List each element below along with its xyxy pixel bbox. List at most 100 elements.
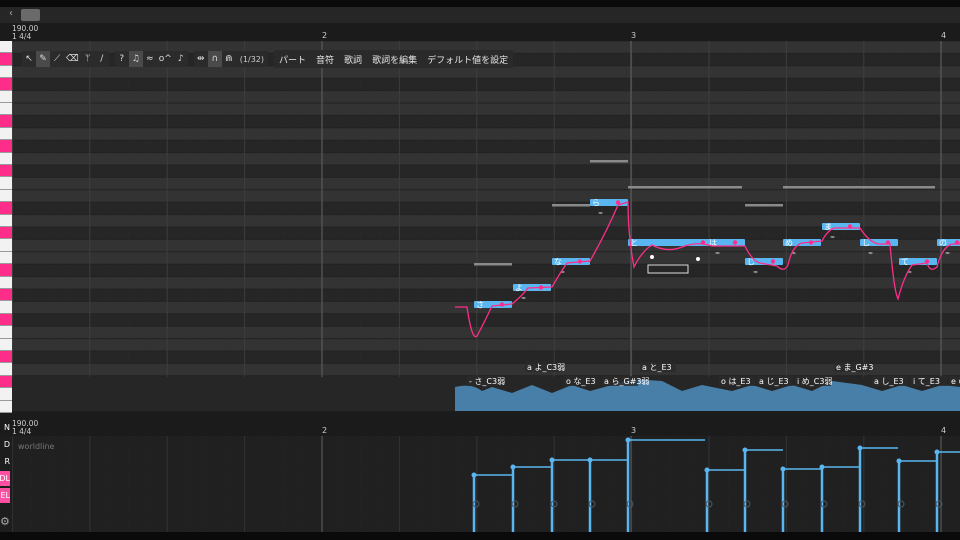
phoneme-label: o は_E3: [721, 377, 751, 386]
horizontal-scrollbar[interactable]: ‹: [0, 7, 960, 23]
menu-lyrics[interactable]: 歌詞: [339, 50, 368, 68]
knife-icon[interactable]: /: [94, 51, 109, 67]
expression-ruler[interactable]: 190.00 1 4/4 2 3 4: [0, 418, 960, 436]
pitch-row: [12, 338, 960, 351]
help-icon[interactable]: ?: [114, 51, 129, 67]
menu-set-defaults[interactable]: デフォルト値を設定: [422, 50, 514, 68]
piano-key[interactable]: [0, 227, 12, 240]
piano-key[interactable]: [0, 264, 12, 277]
piano-keys[interactable]: [0, 41, 12, 413]
pitch-row: [12, 189, 960, 203]
menu-part[interactable]: パート: [274, 50, 312, 68]
piano-key[interactable]: [0, 152, 12, 165]
piano-key[interactable]: [0, 400, 12, 413]
envelope-icon[interactable]: ⋒: [221, 51, 236, 67]
piano-key[interactable]: [0, 177, 12, 190]
menu-note[interactable]: 音符: [311, 50, 340, 68]
piano-key[interactable]: [0, 165, 12, 178]
note-lyric: ら: [592, 199, 600, 208]
piano-key[interactable]: [0, 375, 12, 389]
piano-roll-canvas[interactable]: さよ≈な≈ら≈と は≈じ≈め≈ま≈し≈て≈の≈- さ_C3弱a よ_C3弱o な_…: [12, 41, 960, 411]
vibrato-icon[interactable]: ≈: [142, 51, 157, 67]
fade-icon[interactable]: ♪: [173, 51, 188, 67]
pitch-row: [12, 165, 960, 178]
vibrato-icon: ≈: [868, 250, 873, 257]
scroll-thumb[interactable]: [21, 9, 40, 21]
piano-key[interactable]: [0, 351, 12, 364]
piano-key[interactable]: [0, 214, 12, 227]
snap-icon[interactable]: ⇹: [193, 51, 208, 67]
expression-point: [549, 457, 555, 463]
piano-key[interactable]: [0, 53, 12, 66]
pitch-row: [12, 227, 960, 240]
piano-key[interactable]: [0, 239, 12, 252]
piano-key[interactable]: [0, 251, 12, 265]
piano-key[interactable]: [0, 338, 12, 351]
timeline-ruler[interactable]: 190.00 1 4/4 2 3 4: [0, 23, 960, 41]
side-button-r[interactable]: R: [0, 454, 10, 469]
expression-canvas[interactable]: [12, 436, 960, 532]
note-lyric: て: [901, 258, 909, 267]
expression-point: [780, 466, 786, 472]
piano-key[interactable]: [0, 276, 12, 289]
gear-icon[interactable]: ⚙: [0, 515, 10, 528]
piano-roll[interactable]: さよ ≈ な ≈ ら ≈ とは ≈ じ ≈ め ≈ ま ≈ し ≈ て ≈ の ≈ - さ_C3弱 a よ_C3弱 o な_…: [12, 41, 960, 411]
expression-point: [510, 464, 516, 470]
piano-key[interactable]: [0, 363, 12, 376]
reference-note: [552, 204, 590, 207]
bar-number: 2: [322, 31, 328, 40]
cursor-icon[interactable]: ↖: [22, 51, 36, 67]
curve-icon[interactable]: ∩: [207, 51, 222, 67]
note-lyric: さ: [476, 301, 484, 310]
phoneme-label: - さ_C3弱: [469, 377, 505, 386]
expression-point: [471, 472, 477, 478]
side-button-dl[interactable]: DL: [0, 471, 10, 486]
vibrato-icon: ≈: [598, 210, 603, 217]
eraser-icon[interactable]: ⌫: [64, 51, 81, 67]
piano-key[interactable]: [0, 41, 12, 54]
pitch-row: [12, 127, 960, 141]
pitch-icon[interactable]: o^: [156, 51, 174, 67]
pitch-row: [12, 363, 960, 376]
expression-point: [587, 457, 593, 463]
piano-key[interactable]: [0, 289, 12, 302]
piano-key[interactable]: [0, 90, 12, 103]
piano-key[interactable]: [0, 78, 12, 91]
pitch-row: [12, 313, 960, 327]
pitch-row: [12, 276, 960, 289]
pitch-point: [732, 240, 738, 245]
piano-key[interactable]: [0, 140, 12, 153]
piano-key[interactable]: [0, 189, 12, 203]
piano-key[interactable]: [0, 326, 12, 339]
menu-edit-lyrics[interactable]: 歌詞を編集: [367, 50, 423, 68]
brush-icon[interactable]: ᛘ: [80, 51, 95, 67]
piano-key[interactable]: [0, 127, 12, 141]
piano-key[interactable]: [0, 103, 12, 116]
scroll-left-icon[interactable]: ‹: [9, 8, 13, 19]
side-button-d[interactable]: D: [0, 437, 10, 452]
piano-key[interactable]: [0, 313, 12, 327]
note-icon[interactable]: ♫: [128, 51, 143, 67]
pencil-icon[interactable]: ✎: [36, 51, 50, 67]
app-window: ‹ 190.00 1 4/4 2 3 4 さよ ≈ な ≈ ら ≈ とは ≈ じ ≈ め ≈ ま ≈ し ≈ て ≈…: [0, 0, 960, 540]
piano-key[interactable]: [0, 301, 12, 314]
side-button-el[interactable]: EL: [0, 488, 10, 503]
pitch-row: [12, 152, 960, 165]
vibrato-icon: ≈: [830, 234, 835, 241]
phoneme-label: a じ_E3: [759, 377, 789, 386]
phoneme-label: a し_E3: [874, 377, 904, 386]
line-pencil-icon[interactable]: ⟋: [50, 51, 64, 67]
snap-division[interactable]: (1/32): [235, 51, 269, 67]
phoneme-label: a よ_C3弱: [527, 363, 565, 372]
piano-key[interactable]: [0, 65, 12, 79]
piano-key[interactable]: [0, 115, 12, 128]
piano-key[interactable]: [0, 202, 12, 215]
piano-key[interactable]: [0, 388, 12, 401]
pitch-row: [12, 140, 960, 153]
vibrato-icon: ≈: [945, 250, 950, 257]
bar-number: 4: [941, 31, 947, 40]
side-button-n[interactable]: N: [0, 420, 10, 435]
phoneme-label: e ま_G#3: [836, 363, 873, 372]
tempo-label: 190.00 1 4/4: [12, 24, 39, 41]
pitch-row: [12, 264, 960, 277]
